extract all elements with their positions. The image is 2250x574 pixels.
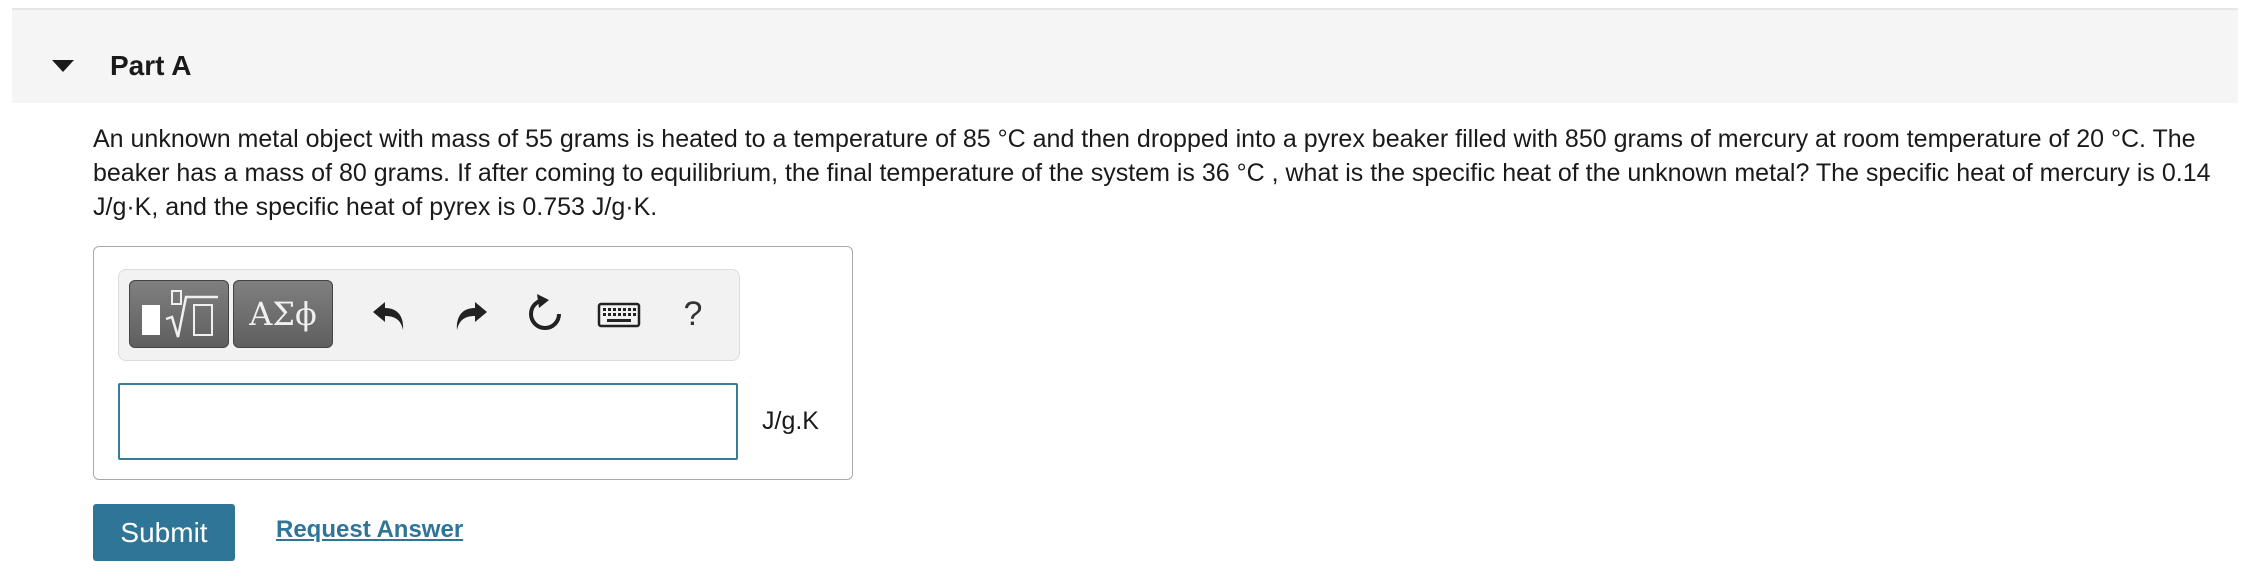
radical-icon [165,290,218,338]
template-square-icon [142,305,160,335]
part-a-header[interactable]: Part A [12,10,2238,103]
math-toolbar: ΑΣϕ ? [118,269,740,361]
unit-label: J/g.K [762,407,819,435]
greek-symbols-label: ΑΣϕ [249,295,317,333]
caret-down-icon[interactable] [52,60,74,72]
question-text: An unknown metal object with mass of 55 … [93,125,2211,221]
answer-input[interactable] [118,383,738,460]
greek-symbols-button[interactable]: ΑΣϕ [233,280,333,348]
redo-icon[interactable] [447,290,491,338]
submit-button[interactable]: Submit [93,504,235,561]
undo-icon[interactable] [369,290,413,338]
answer-panel: ΑΣϕ ? J/g.K [93,246,853,480]
help-button[interactable]: ? [673,292,713,336]
keyboard-icon[interactable] [597,290,641,338]
request-answer-link[interactable]: Request Answer [276,516,463,544]
part-title: Part A [110,50,192,81]
reset-icon[interactable] [523,290,567,338]
templates-button[interactable] [129,280,229,348]
